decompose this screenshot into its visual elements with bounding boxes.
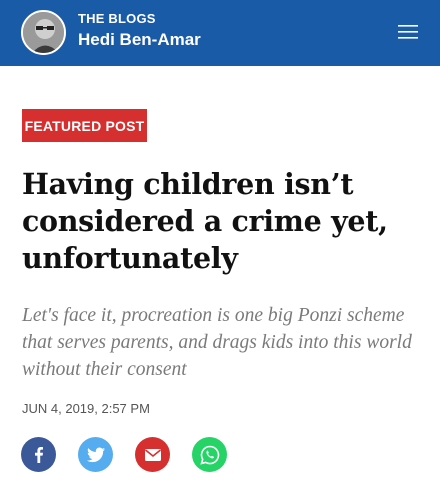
article-headline: Having children isn’t considered a crime… xyxy=(22,167,388,275)
email-icon xyxy=(144,448,161,461)
author-avatar[interactable] xyxy=(21,10,66,55)
featured-post-badge[interactable]: FEATURED POST xyxy=(22,109,147,142)
article-date: JUN 4, 2019, 2:57 PM xyxy=(22,401,150,416)
whatsapp-share-button[interactable] xyxy=(192,437,227,472)
author-name[interactable]: Hedi Ben-Amar xyxy=(78,30,201,50)
blog-kicker: THE BLOGS xyxy=(78,11,156,26)
twitter-share-button[interactable] xyxy=(78,437,113,472)
facebook-icon xyxy=(34,446,43,463)
whatsapp-icon xyxy=(199,445,219,465)
email-share-button[interactable] xyxy=(135,437,170,472)
blog-header: THE BLOGS Hedi Ben-Amar xyxy=(0,0,440,66)
hamburger-menu-icon[interactable] xyxy=(398,24,418,40)
twitter-icon xyxy=(86,447,105,462)
article-subtitle: Let's face it, procreation is one big Po… xyxy=(22,305,412,380)
facebook-share-button[interactable] xyxy=(21,437,56,472)
